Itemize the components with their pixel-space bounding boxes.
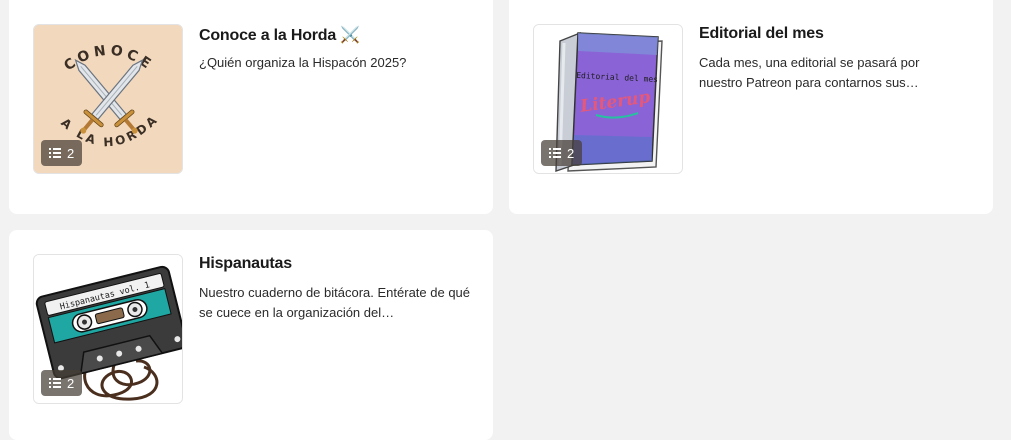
collection-title[interactable]: Editorial del mes [699,25,824,43]
post-count: 2 [567,145,575,161]
post-count: 2 [67,375,75,391]
collection-description: ¿Quién organiza la Hispacón 2025? [199,55,407,70]
post-count-badge: 2 [541,140,583,166]
collection-thumbnail[interactable]: Hispanautas vol. 1 2 [33,254,183,404]
collection-thumbnail[interactable]: Editorial del mes Literup 2 [533,24,683,174]
post-count-badge: 2 [41,370,83,396]
collection-title[interactable]: Hispanautas [199,255,292,273]
list-icon [49,148,61,158]
collection-description: Nuestro cuaderno de bitácora. Entérate d… [199,285,471,320]
list-icon [549,148,561,158]
collection-card-conoce-a-la-horda[interactable]: CONOCE A LA HORDA 2 Conoce a la Horda ⚔️… [9,0,493,214]
post-count-badge: 2 [41,140,83,166]
post-count: 2 [67,145,75,161]
collection-card-editorial-del-mes[interactable]: Editorial del mes Literup 2 Editorial de… [509,0,993,214]
list-icon [49,378,61,388]
collection-title[interactable]: Conoce a la Horda ⚔️ [199,25,360,45]
collection-thumbnail[interactable]: CONOCE A LA HORDA 2 [33,24,183,174]
collection-description: Cada mes, una editorial se pasará por nu… [699,55,920,90]
collection-card-hispanautas[interactable]: Hispanautas vol. 1 2 Hispanautas Nuestro… [9,230,493,440]
